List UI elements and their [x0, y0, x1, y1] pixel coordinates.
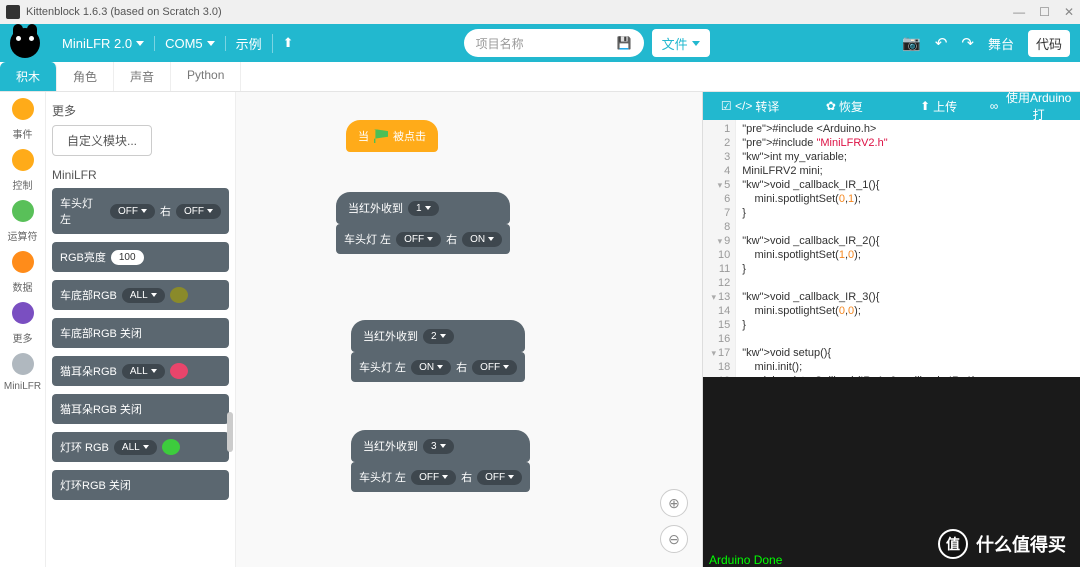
zoom-in-button[interactable]: ⊕ — [660, 489, 688, 517]
chevron-down-icon — [136, 41, 144, 46]
color-swatch[interactable] — [170, 363, 188, 379]
tab-python[interactable]: Python — [171, 62, 241, 91]
block-bottom-rgb-off[interactable]: 车底部RGB 关闭 — [52, 318, 229, 348]
code-lines: "pre">#include <Arduino.h>"pre">#include… — [736, 120, 985, 377]
category-column: 事件 控制 运算符 数据 更多 MiniLFR — [0, 92, 46, 567]
block-rgb-brightness[interactable]: RGB亮度 100 — [52, 242, 229, 272]
open-arduino-button[interactable]: ∞使用Arduino打 — [986, 89, 1080, 123]
hat-flag-clicked[interactable]: 当 被点击 — [346, 120, 438, 152]
menu-bar: MiniLFR 2.0 COM5 示例 ⬆ 项目名称 💾 文件 📷 ↶ ↷ 舞台… — [0, 24, 1080, 62]
cat-data-dot[interactable] — [12, 251, 34, 273]
green-flag-icon — [374, 129, 388, 143]
code-toggle-button[interactable]: 代码 — [1028, 30, 1070, 57]
code-editor[interactable]: 1234▾5678▾9101112▾13141516▾1718192021222… — [703, 120, 1080, 377]
block-ear-rgb[interactable]: 猫耳朵RGB ALL — [52, 356, 229, 386]
watermark: 值 什么值得买 — [938, 529, 1066, 559]
cat-events-dot[interactable] — [12, 98, 34, 120]
tab-sounds[interactable]: 声音 — [114, 62, 171, 91]
palette-heading-more: 更多 — [52, 102, 229, 119]
upload-button[interactable]: ⬆上传 — [892, 98, 986, 115]
palette-heading-minilfr: MiniLFR — [52, 168, 229, 182]
cat-control-label: 控制 — [13, 177, 33, 192]
cat-minilfr-dot[interactable] — [12, 353, 34, 375]
hat-ir-1[interactable]: 当红外收到 1 — [336, 192, 510, 224]
kitten-logo — [10, 28, 40, 58]
cat-operators-label: 运算符 — [8, 228, 38, 243]
script-canvas[interactable]: 当 被点击 当红外收到 1 车头灯 左 OFF 右 ON 当红外收到 2 — [236, 92, 702, 567]
chevron-down-icon — [207, 41, 215, 46]
device-dropdown[interactable]: MiniLFR 2.0 — [52, 36, 155, 51]
color-swatch[interactable] — [162, 439, 180, 455]
cat-control-dot[interactable] — [12, 149, 34, 171]
cat-data-label: 数据 — [13, 279, 33, 294]
project-name-input[interactable]: 项目名称 💾 — [464, 29, 644, 57]
tab-costumes[interactable]: 角色 — [57, 62, 114, 91]
restore-button[interactable]: ✿恢复 — [797, 98, 891, 115]
cat-operators-dot[interactable] — [12, 200, 34, 222]
block-ear-rgb-off[interactable]: 猫耳朵RGB 关闭 — [52, 394, 229, 424]
cat-minilfr-label: MiniLFR — [4, 381, 41, 392]
translate-button[interactable]: ☑ </>转译 — [703, 98, 797, 115]
stage-button[interactable]: 舞台 — [988, 34, 1014, 53]
maximize-icon[interactable]: ☐ — [1039, 5, 1050, 19]
code-toolbar: ☑ </>转译 ✿恢复 ⬆上传 ∞使用Arduino打 — [703, 92, 1080, 120]
custom-block-button[interactable]: 自定义模块... — [52, 125, 152, 156]
save-icon[interactable]: 💾 — [617, 36, 632, 50]
app-icon — [6, 5, 20, 19]
watermark-text: 什么值得买 — [976, 531, 1066, 557]
redo-icon[interactable]: ↷ — [961, 34, 974, 52]
block-palette: 更多 自定义模块... MiniLFR 车头灯 左 OFF 右 OFF RGB亮… — [46, 92, 236, 567]
hat-ir-3[interactable]: 当红外收到 3 — [351, 430, 530, 462]
line-gutter: 1234▾5678▾9101112▾13141516▾1718192021222… — [703, 120, 736, 377]
block-headlight-3[interactable]: 车头灯 左 OFF 右 OFF — [351, 462, 530, 492]
minimize-icon[interactable]: — — [1013, 5, 1025, 19]
upload-firmware-icon[interactable]: ⬆ — [273, 35, 304, 51]
tab-blocks[interactable]: 积木 — [0, 62, 57, 91]
editor-tabs: 积木 角色 声音 Python — [0, 62, 1080, 92]
terminal-status: Arduino Done — [709, 553, 782, 567]
palette-scrollbar[interactable] — [227, 412, 233, 452]
file-dropdown[interactable]: 文件 — [652, 29, 710, 57]
cat-more-dot[interactable] — [12, 302, 34, 324]
block-headlight-2[interactable]: 车头灯 左 ON 右 OFF — [351, 352, 525, 382]
cat-more-label: 更多 — [13, 330, 33, 345]
block-headlight-1[interactable]: 车头灯 左 OFF 右 ON — [336, 224, 510, 254]
close-icon[interactable]: ✕ — [1064, 5, 1074, 19]
window-title: Kittenblock 1.6.3 (based on Scratch 3.0) — [26, 6, 222, 18]
zoom-out-button[interactable]: ⊖ — [660, 525, 688, 553]
cat-events-label: 事件 — [13, 126, 33, 141]
project-name-placeholder: 项目名称 — [476, 35, 524, 52]
zoom-controls: ⊕ ⊖ — [660, 489, 688, 553]
block-bottom-rgb[interactable]: 车底部RGB ALL — [52, 280, 229, 310]
camera-icon[interactable]: 📷 — [902, 34, 921, 52]
watermark-badge: 值 — [938, 529, 968, 559]
window-titlebar: Kittenblock 1.6.3 (based on Scratch 3.0)… — [0, 0, 1080, 24]
block-ring-rgb[interactable]: 灯环 RGB ALL — [52, 432, 229, 462]
undo-icon[interactable]: ↶ — [935, 34, 948, 52]
example-menu[interactable]: 示例 — [226, 34, 273, 53]
hat-ir-2[interactable]: 当红外收到 2 — [351, 320, 525, 352]
color-swatch[interactable] — [170, 287, 188, 303]
port-dropdown[interactable]: COM5 — [155, 36, 226, 51]
block-ring-rgb-off[interactable]: 灯环RGB 关闭 — [52, 470, 229, 500]
block-headlight[interactable]: 车头灯 左 OFF 右 OFF — [52, 188, 229, 234]
chevron-down-icon — [692, 41, 700, 46]
code-panel: ☑ </>转译 ✿恢复 ⬆上传 ∞使用Arduino打 1234▾5678▾91… — [702, 92, 1080, 567]
